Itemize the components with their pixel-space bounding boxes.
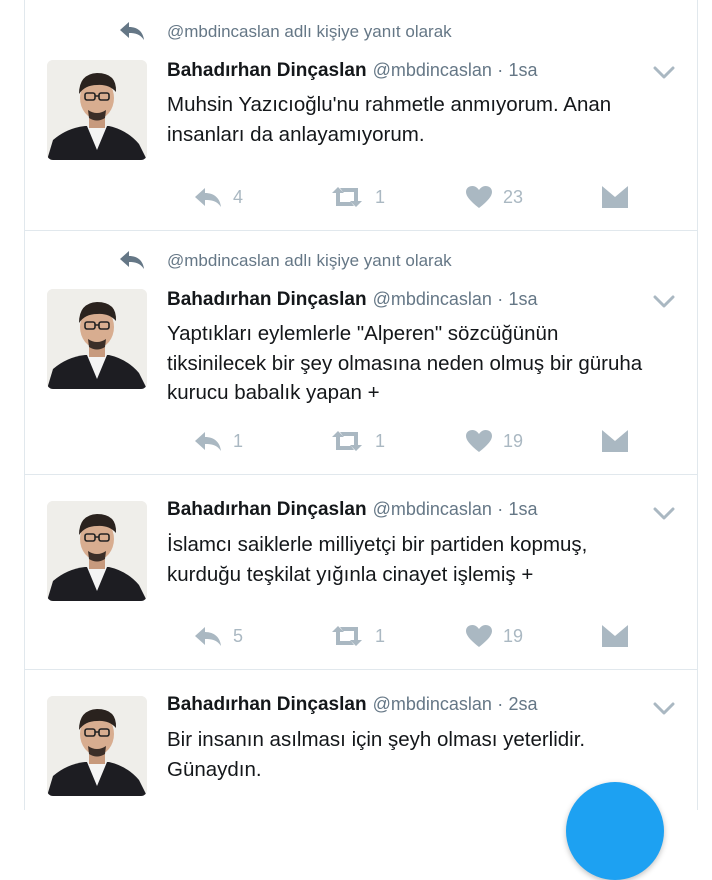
user-handle[interactable]: @mbdincaslan (373, 694, 492, 714)
retweet-icon (332, 431, 362, 451)
tweet-text: Muhsin Yazıcıoğlu'nu rahmetle anmıyorum.… (167, 90, 667, 149)
timestamp[interactable]: 1sa (508, 499, 537, 519)
reply-count: 1 (233, 430, 244, 451)
tweet[interactable]: Bahadırhan Dinçaslan @mbdincaslan · 1sa İ… (25, 475, 697, 670)
avatar[interactable] (47, 696, 147, 796)
tweet-header: Bahadırhan Dinçaslan @mbdincaslan · 1sa (167, 60, 538, 82)
like-button[interactable]: 19 (465, 622, 523, 650)
profile-photo (47, 289, 147, 389)
envelope-icon (602, 186, 628, 208)
separator-dot: · (497, 60, 504, 80)
tweet-text-line: Günaydın. (167, 757, 262, 781)
tweet-text-line: İslamcı saiklerle milliyetçi bir partide… (167, 533, 588, 556)
retweet-count: 1 (375, 430, 386, 451)
tweet-text-line: Bir insanın asılması için şeyh olması ye… (167, 728, 586, 751)
tweet-text-line: tiksinilecek bir şey olmasına neden olmu… (167, 351, 643, 375)
tweet-text: İslamcı saiklerle milliyetçi bir partide… (167, 530, 667, 589)
tweet-text-line: kurduğu teşkilat yığınla cinayet işlemiş… (167, 562, 534, 586)
tweet-text-line: kurucu babalık yapan + (167, 381, 380, 404)
profile-photo (47, 60, 147, 160)
heart-icon (466, 430, 492, 452)
tweet-header: Bahadırhan Dinçaslan @mbdincaslan · 2sa (167, 694, 538, 716)
reply-button[interactable]: 4 (193, 183, 243, 211)
tweet-text-line: Yaptıkları eylemlerle "Alperen" sözcüğün… (167, 322, 559, 345)
message-button[interactable] (601, 183, 629, 211)
message-button[interactable] (601, 622, 629, 650)
avatar[interactable] (47, 60, 147, 160)
display-name[interactable]: Bahadırhan Dinçaslan (167, 499, 367, 520)
reply-context-text: @mbdincaslan adlı kişiye yanıt olarak (167, 251, 452, 270)
like-button[interactable]: 19 (465, 427, 523, 455)
retweet-button[interactable]: 1 (329, 183, 385, 211)
avatar[interactable] (47, 289, 147, 389)
heart-icon (466, 625, 492, 647)
reply-icon (195, 432, 221, 451)
display-name[interactable]: Bahadırhan Dinçaslan (167, 289, 367, 310)
tweet-text: Bir insanın asılması için şeyh olması ye… (167, 725, 667, 784)
reply-count: 4 (233, 186, 244, 207)
like-count: 23 (503, 186, 524, 207)
reply-icon (195, 188, 221, 207)
tweet-header: Bahadırhan Dinçaslan @mbdincaslan · 1sa (167, 499, 538, 521)
separator-dot: · (497, 499, 504, 519)
tweet-text-line: Muhsin Yazıcıoğlu'nu rahmetle anmıyorum.… (167, 93, 612, 116)
retweet-count: 1 (375, 625, 386, 646)
reply-arrow-icon (120, 22, 144, 40)
retweet-button[interactable]: 1 (329, 427, 385, 455)
reply-button[interactable]: 5 (193, 622, 243, 650)
timeline[interactable]: @mbdincaslan adlı kişiye yanıt olarak Ba… (24, 0, 698, 810)
like-button[interactable]: 23 (465, 183, 523, 211)
envelope-icon (602, 430, 628, 452)
action-bar: 4 1 23 (167, 183, 647, 211)
tweet[interactable]: @mbdincaslan adlı kişiye yanıt olarak Ba… (25, 0, 697, 231)
like-count: 19 (503, 430, 524, 451)
compose-tweet-button[interactable] (566, 782, 664, 880)
chevron-down-icon[interactable] (653, 507, 675, 521)
chevron-down-icon[interactable] (653, 702, 675, 716)
display-name[interactable]: Bahadırhan Dinçaslan (167, 60, 367, 81)
reply-count: 5 (233, 625, 244, 646)
timestamp[interactable]: 2sa (508, 694, 537, 714)
chevron-down-icon[interactable] (653, 295, 675, 309)
envelope-icon (602, 625, 628, 647)
user-handle[interactable]: @mbdincaslan (373, 289, 492, 309)
separator-dot: · (497, 289, 504, 309)
action-bar: 1 1 19 (167, 427, 647, 455)
tweet-text-line: insanları da anlayamıyorum. (167, 122, 425, 146)
reply-button[interactable]: 1 (193, 427, 243, 455)
avatar[interactable] (47, 501, 147, 601)
reply-arrow-icon (120, 251, 144, 269)
reply-context-text: @mbdincaslan adlı kişiye yanıt olarak (167, 22, 452, 41)
retweet-count: 1 (375, 186, 386, 207)
tweet[interactable]: @mbdincaslan adlı kişiye yanıt olarak Ba… (25, 231, 697, 475)
reply-icon (195, 627, 221, 646)
display-name[interactable]: Bahadırhan Dinçaslan (167, 694, 367, 715)
separator-dot: · (497, 694, 504, 714)
message-button[interactable] (601, 427, 629, 455)
retweet-button[interactable]: 1 (329, 622, 385, 650)
heart-icon (466, 186, 492, 208)
profile-photo (47, 696, 147, 796)
user-handle[interactable]: @mbdincaslan (373, 499, 492, 519)
user-handle[interactable]: @mbdincaslan (373, 60, 492, 80)
like-count: 19 (503, 625, 524, 646)
timestamp[interactable]: 1sa (508, 289, 537, 309)
retweet-icon (332, 187, 362, 207)
action-bar: 5 1 19 (167, 622, 647, 650)
tweet-text: Yaptıkları eylemlerle "Alperen" sözcüğün… (167, 319, 667, 408)
chevron-down-icon[interactable] (653, 66, 675, 80)
profile-photo (47, 501, 147, 601)
retweet-icon (332, 626, 362, 646)
timestamp[interactable]: 1sa (508, 60, 537, 80)
tweet-header: Bahadırhan Dinçaslan @mbdincaslan · 1sa (167, 289, 538, 311)
